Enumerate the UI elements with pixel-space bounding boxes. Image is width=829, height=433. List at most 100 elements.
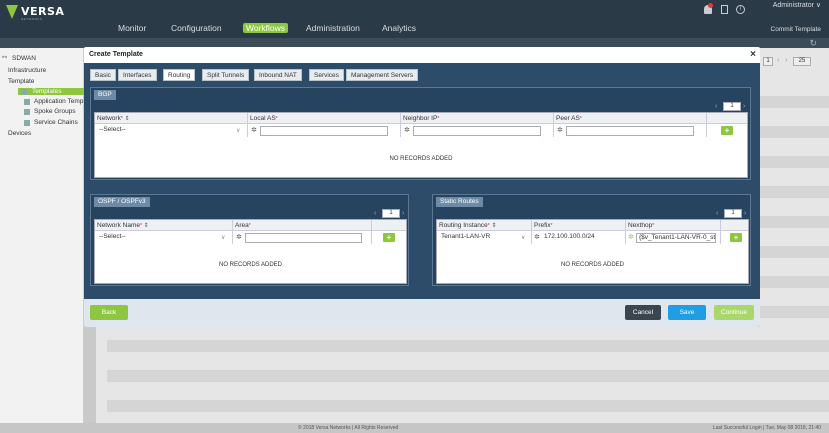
network-name-select[interactable]: --Select-- [97,233,230,243]
pager-prev-icon[interactable]: ‹ [715,102,721,111]
sort-icon[interactable]: ⇕ [125,116,130,122]
table-row [107,340,829,352]
static-page-number[interactable]: 1 [724,209,742,218]
back-button[interactable]: Back [90,305,128,320]
pager-next-icon[interactable]: › [743,102,749,111]
document-icon[interactable] [721,5,728,14]
required-marker: * [487,223,490,229]
pager-next-icon[interactable]: › [785,57,787,64]
save-button[interactable]: Save [668,305,706,320]
column-network[interactable]: Network* ⇕ [97,115,130,122]
bgp-page-number[interactable]: 1 [723,102,741,111]
column-divider [400,113,401,137]
bgp-empty-message: NO RECORDS ADDED [389,156,453,162]
column-network-name[interactable]: Network Name* ⇕ [97,222,149,229]
routing-instance-select[interactable]: Tenant1-LAN-VR [439,233,529,243]
sort-icon[interactable]: ⇕ [144,223,149,229]
tab-basic[interactable]: Basic [90,69,116,81]
tab-management-servers[interactable]: Management Servers [346,69,419,81]
column-local-as: Local AS* [250,115,278,122]
column-divider [531,220,532,244]
column-routing-instance[interactable]: Routing Instance* ⇕ [439,222,497,229]
pager-prev-icon[interactable]: ‹ [716,209,722,218]
refresh-icon[interactable]: ↻ [809,38,817,49]
pager-next-icon[interactable]: › [744,209,750,218]
gear-icon[interactable]: ✲ [404,127,411,134]
add-static-route-button[interactable]: + [730,233,742,242]
column-nexthop: Nexthop* [628,222,654,229]
add-bgp-button[interactable]: + [721,126,733,135]
user-menu[interactable]: Administrator ∨ [773,1,821,9]
pager-prev-icon[interactable]: ‹ [374,209,380,218]
sidebar: ⚯ SDWAN Infrastructure Template Templates… [0,48,84,433]
sidebar-item-service-chains[interactable]: Service Chains [24,119,78,126]
sort-icon[interactable]: ⇕ [492,223,497,229]
select-value: --Select-- [99,233,126,240]
column-divider [247,113,248,137]
page-number[interactable]: 1 [763,57,773,66]
tab-inbound-nat[interactable]: Inbound NAT [254,69,302,81]
info-icon[interactable]: i [736,5,745,14]
page-size-select[interactable]: 25 [793,57,811,66]
nav-administration[interactable]: Administration [306,23,360,33]
continue-button[interactable]: Continue [714,305,754,320]
bgp-grid-header: Network* ⇕ Local AS* Neighbor IP* Peer A… [95,113,747,124]
local-as-input[interactable] [260,126,388,136]
peer-as-input[interactable] [566,126,694,136]
column-neighbor-ip: Neighbor IP* [403,115,439,122]
cancel-button[interactable]: Cancel [625,305,661,320]
pager-next-icon[interactable]: › [402,209,408,218]
nexthop-input[interactable]: {$v_Tenant1-LAN-VR-0_st [636,233,716,243]
bgp-grid: Network* ⇕ Local AS* Neighbor IP* Peer A… [94,112,748,178]
sidebar-item-devices[interactable]: Devices [8,130,31,137]
sidebar-item-spoke-groups[interactable]: Spoke Groups [24,108,76,115]
prefix-input[interactable]: 172.100.100.0/24 [542,233,622,243]
neighbor-ip-input[interactable] [413,126,541,136]
nav-monitor[interactable]: Monitor [118,23,146,33]
select-value: Tenant1-LAN-VR [441,233,491,240]
gear-icon[interactable]: ✲ [557,127,564,134]
sidebar-item-infrastructure[interactable]: Infrastructure [8,67,46,74]
alert-badge [708,3,713,8]
column-label: Neighbor IP [403,115,438,122]
nav-analytics[interactable]: Analytics [382,23,416,33]
required-marker: * [248,223,251,229]
commit-template-link[interactable]: Commit Template [771,26,821,33]
nav-configuration[interactable]: Configuration [171,23,222,33]
bell-icon[interactable] [704,3,713,14]
select-value: --Select-- [99,126,126,133]
static-empty-message: NO RECORDS ADDED [560,262,624,268]
add-ospf-button[interactable]: + [383,233,395,242]
sidebar-item-templates[interactable]: Templates [18,88,84,95]
sidebar-item-application-templates[interactable]: Application Temp [24,98,83,105]
network-select[interactable]: --Select-- [97,126,245,136]
area-input[interactable] [245,233,362,243]
ospf-page-number[interactable]: 1 [382,209,400,218]
ospf-pager: ‹ 1 › [374,209,408,218]
close-icon[interactable]: × [750,49,756,60]
sidebar-item-sdwan[interactable]: ⚯ SDWAN [2,55,36,62]
column-label: Nexthop [628,222,653,229]
versa-logo[interactable]: VERSA NETWORKS [6,5,66,23]
ospf-grid-header: Network Name* ⇕ Area* [95,220,406,231]
tab-interfaces[interactable]: Interfaces [118,69,157,81]
gear-icon[interactable]: ✲ [628,234,635,241]
chevron-down-icon: ∨ [521,235,526,241]
tab-services[interactable]: Services [309,69,344,81]
nav-workflows[interactable]: Workflows [243,23,289,33]
sidebar-item-template[interactable]: Template [8,78,34,85]
column-area: Area* [235,222,251,229]
spoke-groups-icon [24,109,30,115]
tab-routing[interactable]: Routing [163,69,196,81]
bgp-panel: BGP ‹ 1 › Network* ⇕ Local AS* Neighbor … [90,87,751,180]
pager-prev-icon[interactable]: ‹ [777,57,779,64]
required-marker: * [437,116,440,122]
gear-icon[interactable]: ✲ [251,127,258,134]
gear-icon[interactable]: ✲ [534,234,541,241]
required-marker: * [579,116,582,122]
tab-split-tunnels[interactable]: Split Tunnels [202,69,250,81]
gear-icon[interactable]: ✲ [236,234,243,241]
column-divider [232,220,233,244]
column-label: Prefix [534,222,551,229]
app-template-icon [24,99,30,105]
